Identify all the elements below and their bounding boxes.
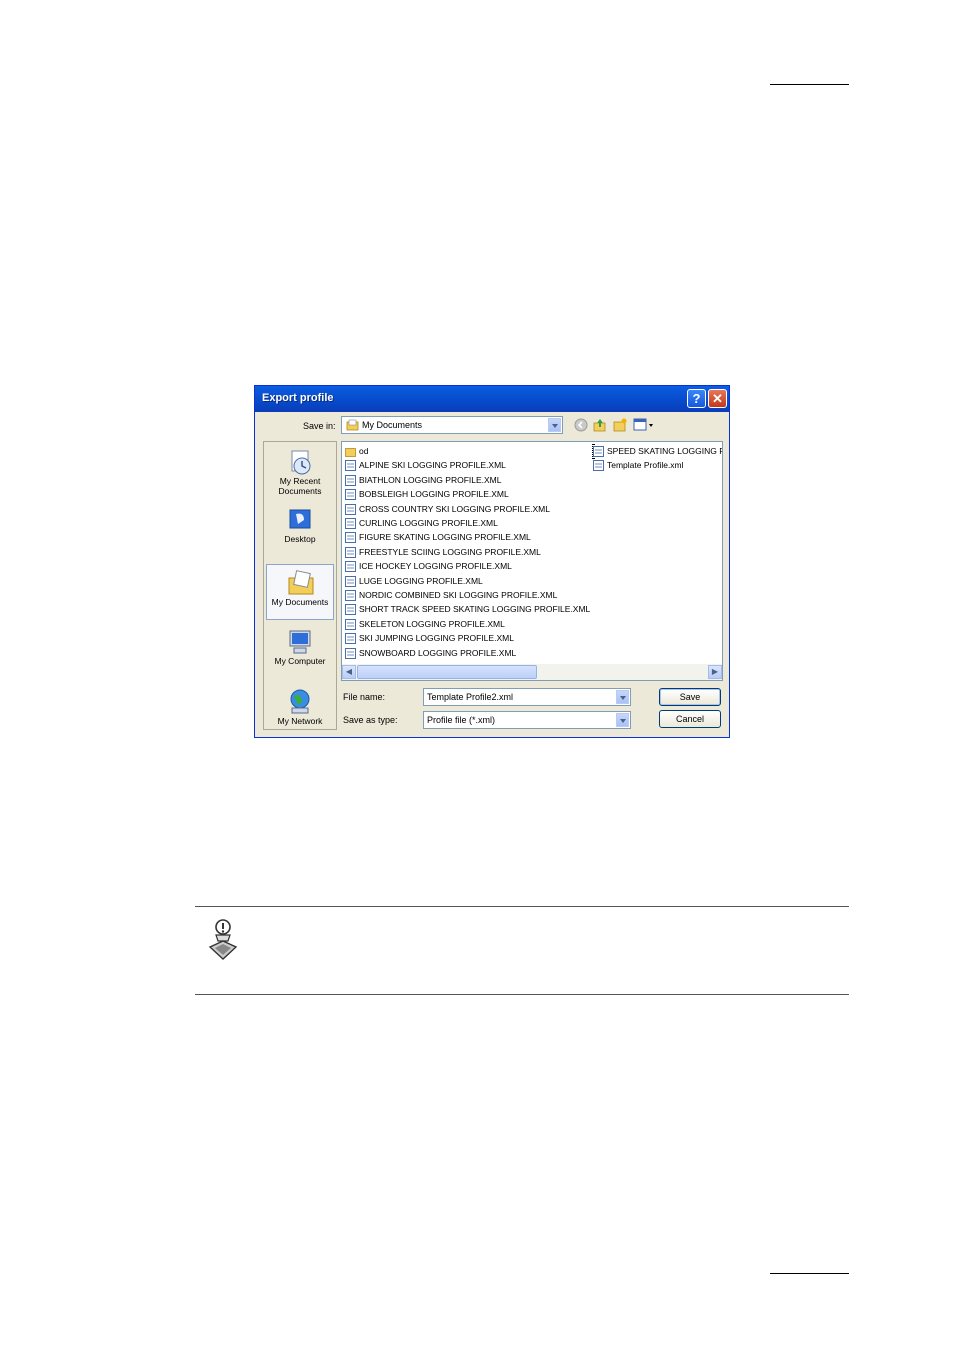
scroll-thumb[interactable] — [357, 665, 537, 679]
folder-icon — [345, 448, 356, 457]
save-in-label: Save in: — [303, 421, 336, 431]
scroll-right-icon[interactable]: ▶ — [708, 665, 722, 679]
my-network-icon — [290, 689, 310, 714]
save-as-type-select[interactable]: Profile file (*.xml) — [423, 711, 631, 729]
export-profile-dialog: Export profile ? ✕ Save in: My Documents — [254, 385, 730, 738]
xml-file-icon — [345, 575, 356, 587]
place-my-network[interactable]: My Network — [266, 684, 334, 740]
close-button[interactable]: ✕ — [708, 389, 727, 408]
file-name-field[interactable]: Template Profile2.xml — [423, 688, 631, 706]
xml-file-icon — [345, 618, 356, 630]
save-in-select[interactable]: My Documents — [341, 416, 563, 434]
xml-file-icon — [345, 532, 356, 544]
place-label: My Computer — [274, 656, 326, 666]
horizontal-scrollbar[interactable]: ◀ ▶ — [342, 664, 722, 680]
xml-file-icon — [593, 446, 604, 457]
desktop-icon — [289, 509, 311, 529]
chevron-down-icon[interactable] — [616, 713, 629, 727]
xml-file-icon — [345, 647, 356, 659]
save-as-type-value: Profile file (*.xml) — [427, 715, 496, 725]
xml-file-icon — [345, 460, 356, 472]
file-list[interactable]: od ALPINE SKI LOGGING PROFILE.XML BIATHL… — [341, 441, 723, 681]
title-bar: Export profile ? ✕ — [255, 386, 729, 412]
chevron-down-icon[interactable] — [548, 418, 561, 432]
xml-file-icon — [345, 474, 356, 486]
chevron-down-icon[interactable] — [616, 690, 629, 704]
xml-file-icon — [345, 633, 356, 645]
back-icon[interactable] — [574, 418, 588, 432]
footer-rule — [770, 1273, 849, 1274]
note-bottom-rule — [195, 994, 849, 995]
place-my-recent-documents[interactable]: My Recent Documents — [266, 444, 334, 500]
place-label: Desktop — [284, 534, 316, 544]
header-rule — [770, 84, 849, 85]
cancel-button[interactable]: Cancel — [659, 710, 721, 728]
save-in-value: My Documents — [362, 420, 423, 430]
xml-file-icon — [345, 489, 356, 501]
places-bar: My Recent Documents Desktop My Documents… — [263, 441, 337, 730]
save-as-type-label: Save as type: — [343, 715, 398, 725]
up-folder-icon[interactable] — [593, 418, 607, 432]
xml-file-icon — [345, 561, 356, 573]
place-desktop[interactable]: Desktop — [266, 502, 334, 558]
xml-file-icon — [345, 503, 356, 515]
xml-file-icon — [345, 590, 356, 601]
help-button[interactable]: ? — [687, 389, 706, 408]
scroll-left-icon[interactable]: ◀ — [342, 665, 356, 679]
note-icon — [208, 919, 238, 960]
views-menu-icon[interactable] — [633, 418, 655, 432]
xml-file-icon — [345, 518, 356, 529]
place-label: My Documents — [271, 597, 329, 607]
my-documents-icon — [346, 419, 359, 431]
place-label: My Network — [277, 716, 323, 726]
place-my-documents[interactable]: My Documents — [266, 564, 334, 620]
xml-file-icon — [345, 604, 356, 616]
my-computer-icon — [289, 630, 311, 654]
place-my-computer[interactable]: My Computer — [266, 624, 334, 680]
my-documents-icon — [288, 570, 314, 595]
file-name-label: File name: — [343, 692, 386, 702]
file-name-value: Template Profile2.xml — [427, 692, 514, 702]
dialog-title: Export profile — [262, 392, 334, 404]
xml-file-icon — [593, 460, 604, 472]
note-top-rule — [195, 906, 849, 907]
save-button[interactable]: Save — [659, 688, 721, 706]
place-label: My Recent Documents — [278, 476, 322, 496]
new-folder-icon[interactable] — [613, 418, 627, 432]
recent-documents-icon — [291, 450, 311, 475]
xml-file-icon — [345, 546, 356, 558]
